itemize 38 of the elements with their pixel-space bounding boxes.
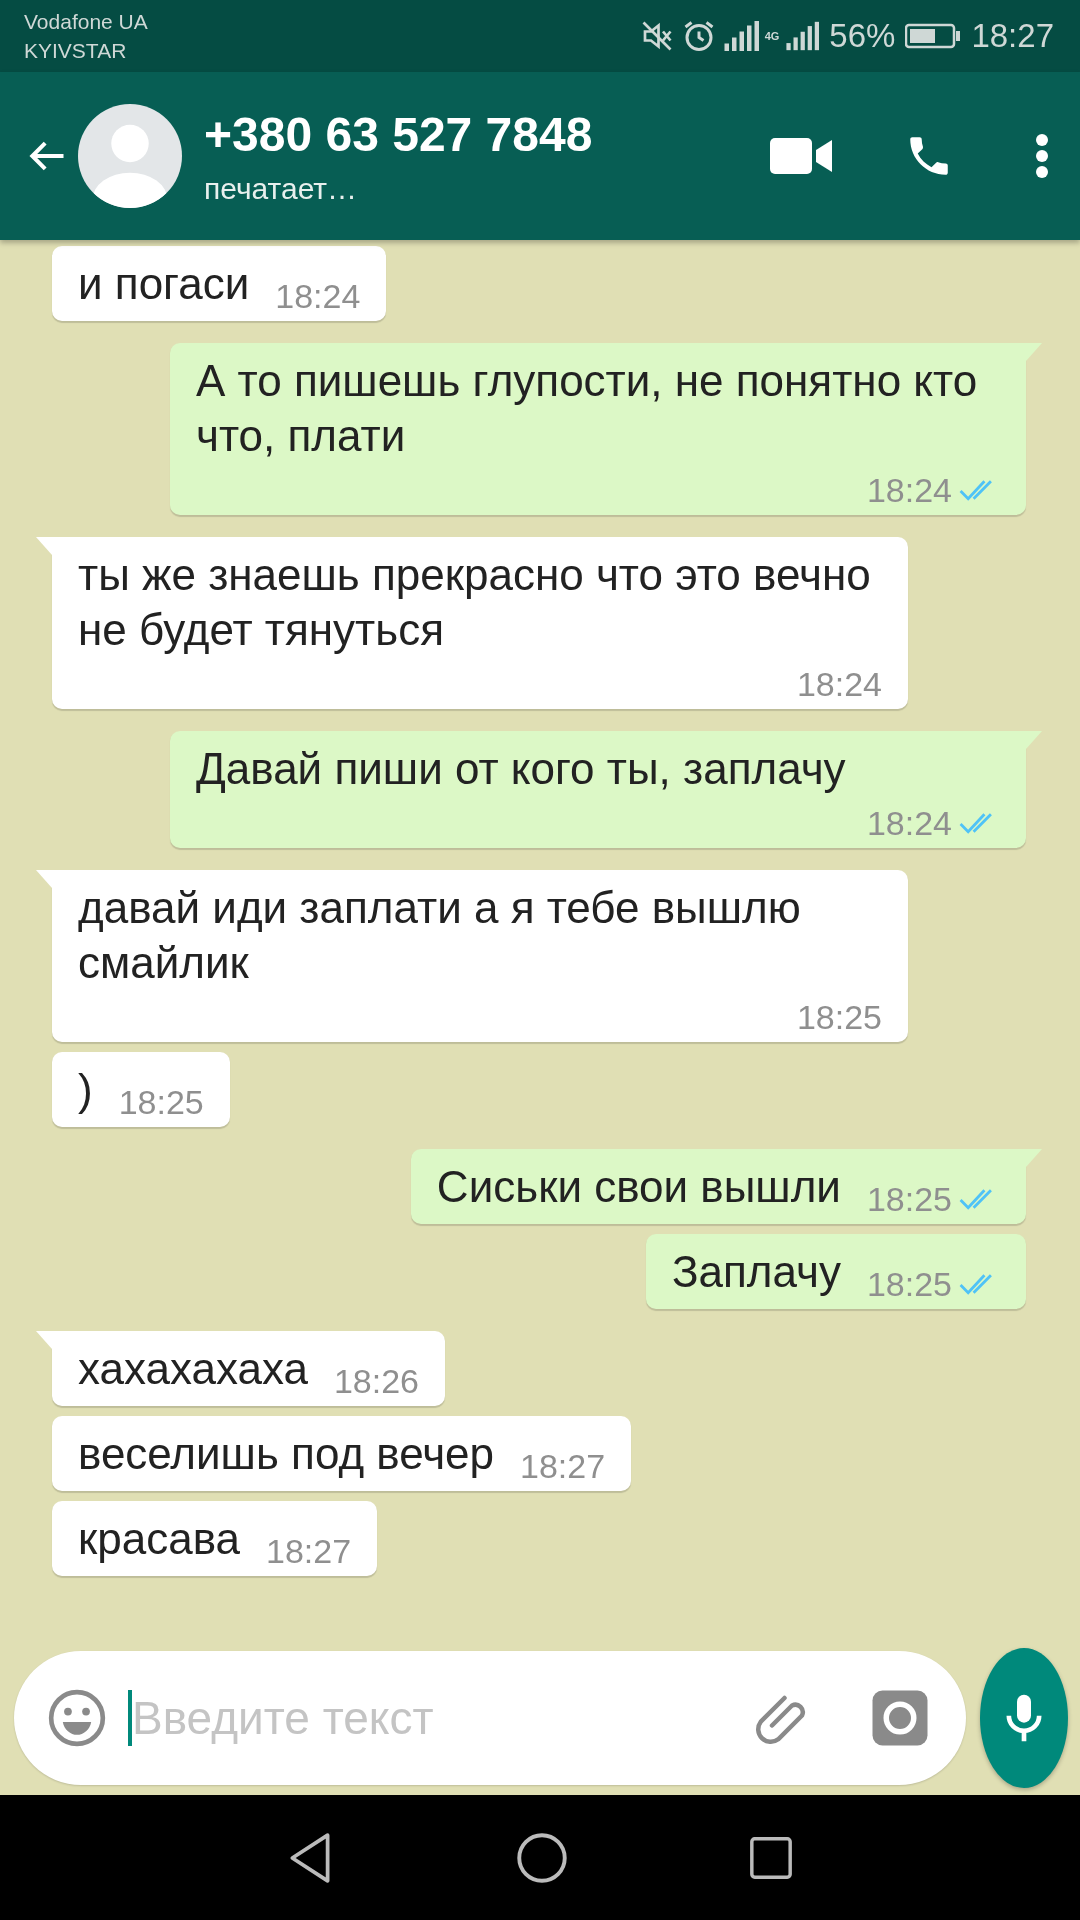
more-options-icon[interactable] [1034,132,1050,180]
battery-percent: 56% [829,17,896,55]
message-text: красава [78,1513,240,1565]
message-time: 18:26 [333,1361,419,1402]
microphone-button[interactable] [980,1647,1068,1788]
network-type: 4G [764,30,780,42]
message-text: хахахахаха [78,1343,308,1395]
message-time: 18:24 [275,276,361,317]
message-time: 18:27 [266,1531,352,1572]
message-time: 18:24 [866,470,952,511]
recents-icon[interactable] [748,1834,794,1881]
message-time: 18:24 [866,803,952,844]
message-time: 18:25 [866,1179,952,1220]
signal-icon [722,21,759,51]
carrier-name: KYIVSTAR [24,38,128,64]
message-time: 18:25 [866,1264,952,1305]
message-time: 18:24 [796,664,882,705]
message-composer[interactable]: Введите текст [14,1650,966,1785]
message-text: Давай пиши от кого ты, заплачу [196,743,846,795]
typing-status: печатает… [204,171,359,206]
message-text: ты же знаешь прекрасно что это вечно не будет тянуться [78,549,872,656]
message-text: Заплачу [671,1246,841,1298]
contact-name[interactable]: +380 63 527 7848 [204,106,770,162]
carrier-name: Vodafone UA [24,9,148,35]
battery-icon [905,22,962,50]
home-icon[interactable] [516,1831,568,1884]
message-text: давай иди заплати а я тебе вышлю смайлик [78,882,802,989]
video-call-icon[interactable] [770,136,834,176]
message-text: веселишь под вечер [78,1428,495,1480]
message-time: 18:25 [118,1082,204,1123]
clock: 18:27 [971,17,1054,55]
message-text: Сиськи свои вышли [436,1161,841,1213]
message-text: и погаси [78,258,250,310]
message-time: 18:27 [520,1446,606,1487]
message-text: А то пишешь глупости, не понятно кто что, плати [196,355,979,462]
message-time: 18:25 [796,997,882,1038]
signal-icon [785,21,820,51]
message-text: ) [78,1064,93,1116]
